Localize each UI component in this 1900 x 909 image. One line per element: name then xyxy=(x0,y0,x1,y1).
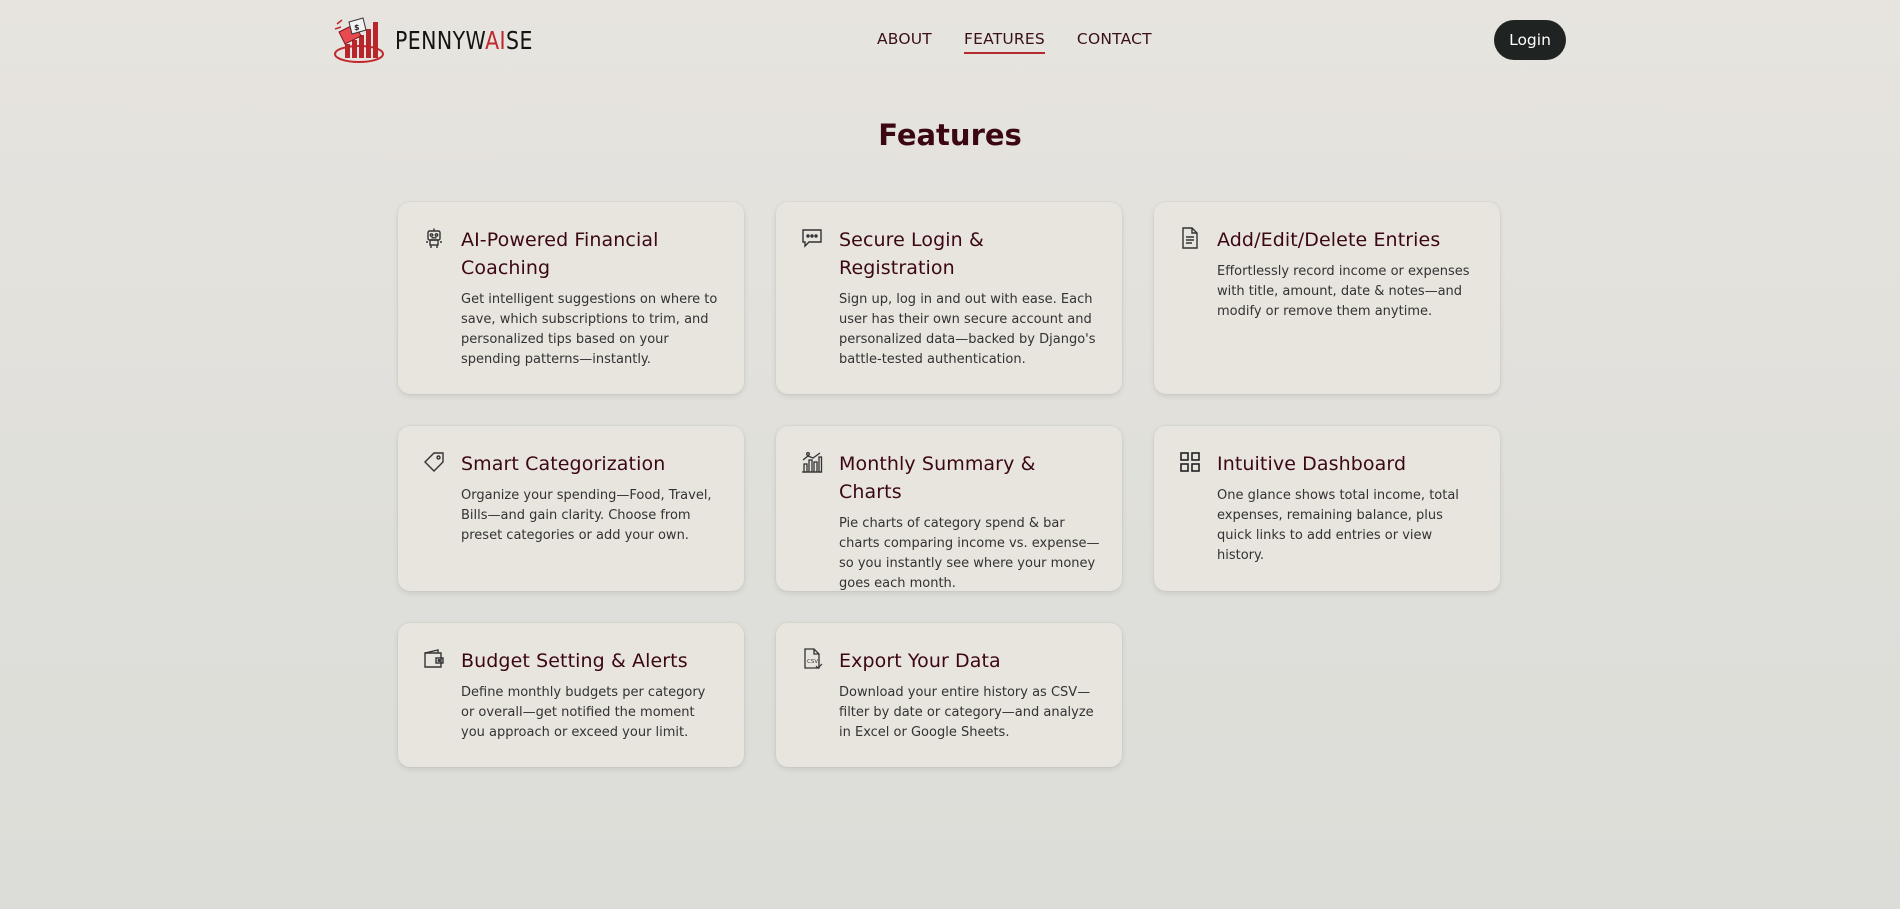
nav-link-contact[interactable]: CONTACT xyxy=(1077,30,1152,54)
csv-file-icon: CSV xyxy=(800,647,824,671)
features-grid: AI-Powered Financial Coaching Get intell… xyxy=(398,202,1501,767)
brand-logo-link[interactable]: $ PENNYWAISE xyxy=(333,16,563,64)
feature-title: Smart Categorization xyxy=(461,453,666,475)
brand-name: PENNYWAISE xyxy=(395,26,533,55)
feature-description: Organize your spending—Food, Travel, Bil… xyxy=(461,488,712,543)
feature-description: Sign up, log in and out with ease. Each … xyxy=(839,292,1096,367)
feature-card: Monthly Summary & Charts Pie charts of c… xyxy=(776,426,1122,591)
money-chart-logo-icon: $ xyxy=(334,17,384,63)
feature-card: Secure Login & Registration Sign up, log… xyxy=(776,202,1122,394)
feature-title: Monthly Summary & Charts xyxy=(839,453,1036,503)
feature-description: One glance shows total income, total exp… xyxy=(1217,488,1459,563)
brand-name-highlight: AI xyxy=(485,25,507,55)
feature-title: Budget Setting & Alerts xyxy=(461,650,688,672)
bar-chart-icon xyxy=(800,450,824,474)
document-icon xyxy=(1178,226,1202,250)
feature-card: AI-Powered Financial Coaching Get intell… xyxy=(398,202,744,394)
feature-description: Download your entire history as CSV—filt… xyxy=(839,685,1094,740)
feature-title: AI-Powered Financial Coaching xyxy=(461,229,659,279)
feature-card: Budget Setting & Alerts Define monthly b… xyxy=(398,623,744,767)
dashboard-grid-icon xyxy=(1178,450,1202,474)
wallet-icon xyxy=(422,647,446,671)
feature-title: Intuitive Dashboard xyxy=(1217,453,1407,475)
svg-text:CSV: CSV xyxy=(807,659,818,665)
feature-card: Intuitive Dashboard One glance shows tot… xyxy=(1154,426,1500,591)
site-header: $ PENNYWAISE ABOUT FEATURES CONTACT Logi… xyxy=(0,0,1900,80)
chat-bubble-icon xyxy=(800,226,824,250)
feature-title: Export Your Data xyxy=(839,650,1001,672)
feature-title: Add/Edit/Delete Entries xyxy=(1217,229,1441,251)
robot-icon xyxy=(422,226,446,250)
brand-name-suffix: SE xyxy=(506,25,533,55)
feature-description: Effortlessly record income or expenses w… xyxy=(1217,264,1470,319)
feature-title: Secure Login & Registration xyxy=(839,229,984,279)
feature-description: Get intelligent suggestions on where to … xyxy=(461,292,718,367)
nav-link-about[interactable]: ABOUT xyxy=(877,30,932,54)
page-title: Features xyxy=(878,118,1022,152)
nav-link-features[interactable]: FEATURES xyxy=(963,30,1045,54)
feature-description: Define monthly budgets per category or o… xyxy=(461,685,706,740)
feature-card: Smart Categorization Organize your spend… xyxy=(398,426,744,591)
feature-card: CSV Export Your Data Download your entir… xyxy=(776,623,1122,767)
main-nav: ABOUT FEATURES CONTACT xyxy=(877,30,1152,54)
brand-name-prefix: PENNYW xyxy=(395,25,486,55)
feature-description: Pie charts of category spend & bar chart… xyxy=(839,516,1100,591)
tag-icon xyxy=(422,450,446,474)
svg-text:$: $ xyxy=(354,23,360,32)
feature-card: Add/Edit/Delete Entries Effortlessly rec… xyxy=(1154,202,1500,394)
login-button[interactable]: Login xyxy=(1494,20,1566,60)
